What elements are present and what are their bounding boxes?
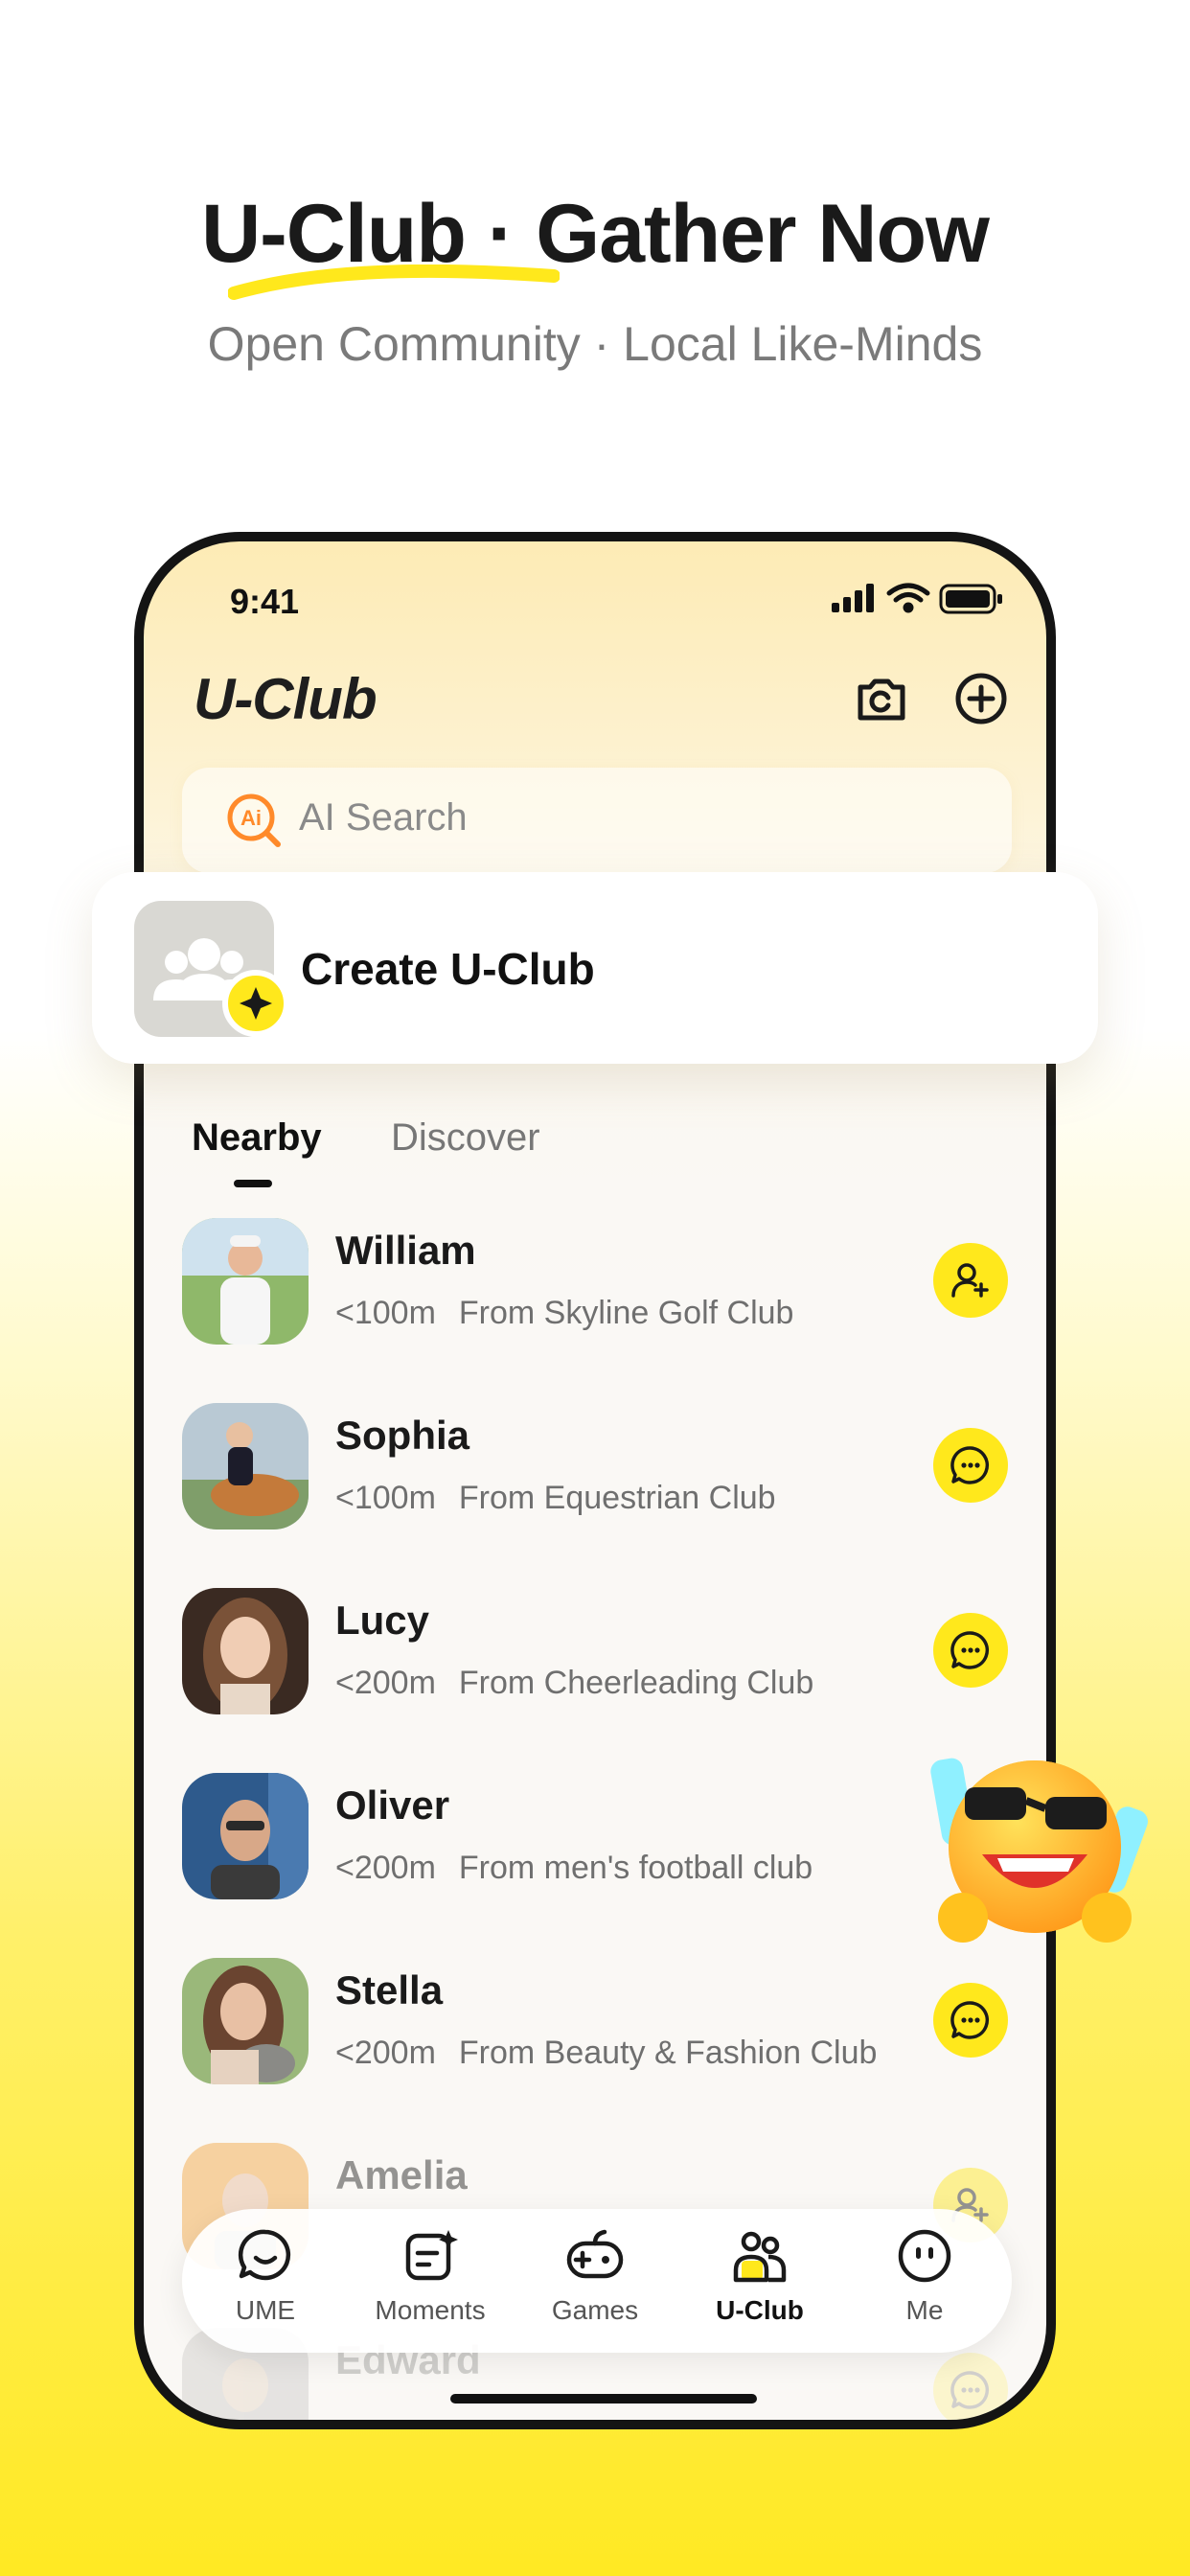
hero-subtitle: Open Community · Local Like-Minds [207, 317, 983, 371]
avatar [182, 1403, 309, 1530]
list-item[interactable]: Stella <200m From Beauty & Fashion Club [144, 1958, 1046, 2142]
face-icon [898, 2229, 951, 2283]
nav-uclub[interactable]: U-Club [688, 2226, 832, 2341]
chat-icon [950, 2371, 990, 2409]
nav-label: Me [905, 2295, 944, 2325]
person-name: Oliver [335, 1782, 450, 1828]
hero-title: U-Club · Gather Now [201, 188, 990, 280]
person-meta: <200m From Cheerleading Club [335, 1665, 813, 1702]
chat-button[interactable] [933, 1613, 1008, 1688]
plus-circle-icon[interactable] [950, 668, 1012, 729]
gamepad-icon [566, 2229, 624, 2279]
person-name: William [335, 1228, 476, 1273]
chat-icon [950, 1631, 990, 1669]
list-item[interactable]: William <100m From Skyline Golf Club [144, 1218, 1046, 1402]
chat-icon [950, 2001, 990, 2039]
person-name: Stella [335, 1967, 444, 2012]
status-time: 9:41 [230, 582, 300, 621]
club-icon [733, 2231, 787, 2283]
add-friend-icon [951, 1263, 989, 1298]
list-item[interactable]: Sophia <100m From Equestrian Club [144, 1403, 1046, 1587]
phone-frame: 9:41 U-Club Ai AI Search Nearby Discover… [134, 532, 1056, 2429]
person-club: From Equestrian Club [458, 1480, 776, 1516]
avatar [182, 1588, 309, 1714]
person-distance: <100m [335, 1295, 436, 1331]
bottom-nav: UME Moments Games U-Club Me [182, 2209, 1012, 2353]
person-meta: <200m From Beauty & Fashion Club [335, 2035, 877, 2072]
tab-nearby[interactable]: Nearby [192, 1116, 322, 1160]
battery-icon [939, 584, 1002, 614]
tab-discover[interactable]: Discover [391, 1116, 540, 1160]
nav-label: Games [551, 2295, 639, 2325]
chat-button[interactable] [933, 2353, 1008, 2420]
avatar [182, 1958, 309, 2084]
person-club: From men's football club [458, 1850, 813, 1886]
avatar [182, 1773, 309, 1899]
person-name: Lucy [335, 1598, 430, 1643]
nav-label: UME [235, 2295, 296, 2325]
person-distance: <200m [335, 2035, 436, 2071]
party-emoji-sticker [930, 1758, 1148, 1943]
person-club: From Beauty & Fashion Club [458, 2035, 878, 2071]
person-distance: <200m [335, 1665, 436, 1701]
create-uclub-label: Create U-Club [301, 944, 595, 994]
tab-indicator [234, 1180, 272, 1187]
search-placeholder: AI Search [299, 796, 468, 839]
nav-label: U-Club [716, 2295, 804, 2325]
avatar [182, 1218, 309, 1345]
nav-ume[interactable]: UME [194, 2226, 337, 2341]
search-input[interactable]: Ai AI Search [182, 768, 1012, 873]
signal-icon [832, 584, 874, 612]
person-meta: <200m From men's football club [335, 1850, 812, 1887]
nav-me[interactable]: Me [853, 2226, 996, 2341]
add-friend-button[interactable] [933, 1243, 1008, 1318]
person-meta: <100m From Equestrian Club [335, 1480, 776, 1517]
chat-button[interactable] [933, 1428, 1008, 1503]
app-title: U-Club [194, 667, 378, 731]
chat-icon [950, 1446, 990, 1484]
person-distance: <100m [335, 1480, 436, 1516]
chat-button[interactable] [933, 1983, 1008, 2058]
person-name: Amelia [335, 2152, 468, 2197]
ai-search-icon: Ai [227, 794, 281, 847]
person-meta: <100m From Skyline Golf Club [335, 1295, 793, 1332]
create-uclub-card[interactable]: Create U-Club [92, 872, 1098, 1064]
nav-games[interactable]: Games [523, 2226, 667, 2341]
status-icons [832, 583, 1002, 614]
nav-label: Moments [375, 2295, 486, 2325]
title-underline-decoration [228, 264, 560, 300]
svg-text:Ai: Ai [240, 806, 262, 830]
camera-icon[interactable] [851, 668, 912, 729]
sparkle-icon [222, 970, 289, 1037]
person-name: Sophia [335, 1413, 470, 1458]
person-club: From Cheerleading Club [458, 1665, 814, 1701]
person-distance: <200m [335, 1850, 436, 1886]
wifi-icon [886, 583, 930, 613]
list-item[interactable]: Oliver <200m From men's football club [144, 1773, 1046, 1957]
nav-moments[interactable]: Moments [358, 2226, 502, 2341]
list-item[interactable]: Lucy <200m From Cheerleading Club [144, 1588, 1046, 1772]
smile-chat-icon [238, 2229, 291, 2281]
home-indicator [450, 2394, 757, 2404]
person-club: From Skyline Golf Club [458, 1295, 794, 1331]
moments-icon [405, 2230, 458, 2281]
